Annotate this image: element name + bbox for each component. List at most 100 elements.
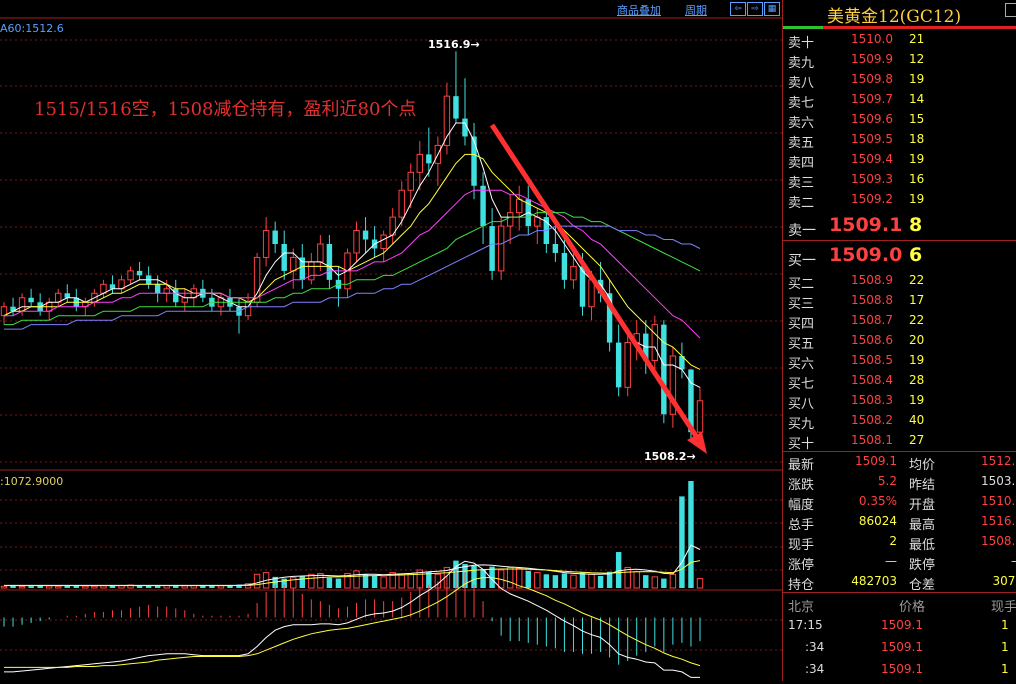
volume-bar-76 <box>688 481 694 588</box>
stat-value: 482703 <box>851 574 897 588</box>
candle-body-31 <box>281 244 287 271</box>
volume-bar-36 <box>326 577 333 588</box>
stat-label: 涨停 <box>788 558 815 573</box>
stat-label: 昨结 <box>909 478 936 493</box>
candle-body-36 <box>326 244 333 280</box>
instrument-header: 美黄金12(GC12) <box>783 0 1016 27</box>
bid-row[interactable]: 买十 1508.1 27 <box>783 433 1016 453</box>
stat-label: 持仓 <box>788 578 815 593</box>
bid-level-label: 买三 <box>788 297 815 312</box>
candle-body-73 <box>661 324 667 415</box>
bid-row[interactable]: 买三 1508.8 17 <box>783 293 1016 313</box>
candle-body-30 <box>272 230 278 244</box>
stat-value: — <box>885 554 897 568</box>
stat-value: 1503.9 <box>981 474 1016 488</box>
stat-label: 最低 <box>909 538 936 553</box>
bid-row[interactable]: 买七 1508.4 28 <box>783 373 1016 393</box>
candle-body-68 <box>615 342 622 388</box>
ask-qty: 16 <box>909 172 925 186</box>
candle-body-7 <box>64 293 70 298</box>
bid-price: 1509.0 <box>829 244 903 266</box>
stat-label: 现手 <box>788 538 815 553</box>
kline-chart[interactable]: A60:1512.6 :1072.9000 1515/1516空，1508减仓持… <box>0 0 782 681</box>
volume-bar-28 <box>253 573 261 589</box>
ask-row[interactable]: 卖八 1509.8 19 <box>783 72 1016 92</box>
volume-bar-60 <box>543 574 550 588</box>
stat-row: 涨跌 5.2 昨结 1503.9 <box>783 474 1016 494</box>
ask-qty: 12 <box>909 52 925 66</box>
high-price-label: 1516.9→ <box>428 38 480 51</box>
close-icon[interactable] <box>1005 3 1016 17</box>
volume-bar-65 <box>588 573 595 589</box>
ask-level-label: 卖五 <box>788 136 815 151</box>
bid-row[interactable]: 买八 1508.3 19 <box>783 393 1016 413</box>
ask-row[interactable]: 卖四 1509.4 19 <box>783 152 1016 172</box>
scroll-right-icon[interactable]: ⇨ <box>747 2 763 16</box>
candle-body-69 <box>624 342 631 388</box>
stat-label: 涨跌 <box>788 478 815 493</box>
bid-row[interactable]: 买一 1509.0 6 <box>783 244 1016 269</box>
stat-value: 3079 <box>992 574 1016 588</box>
candle-body-35 <box>317 243 324 263</box>
period-button[interactable]: 周期 <box>685 2 707 18</box>
volume-bar-72 <box>651 576 659 589</box>
bid-row[interactable]: 买四 1508.7 22 <box>783 313 1016 333</box>
ask-row[interactable]: 卖三 1509.3 16 <box>783 172 1016 192</box>
candle-body-77 <box>696 400 704 433</box>
ask-row[interactable]: 卖五 1509.5 18 <box>783 132 1016 152</box>
tick-price: 1509.1 <box>881 618 923 632</box>
volume-bar-37 <box>335 578 342 588</box>
ma-label: A60:1512.6 <box>0 22 64 35</box>
ticks-divider <box>783 592 1016 593</box>
bid-row[interactable]: 买六 1508.5 19 <box>783 353 1016 373</box>
ask-row[interactable]: 卖六 1509.6 15 <box>783 112 1016 132</box>
volume-bar-6 <box>55 585 62 589</box>
bid-qty: 19 <box>909 353 925 367</box>
candle-body-42 <box>380 234 387 249</box>
ask-level-label: 卖一 <box>788 223 816 239</box>
candle-body-3 <box>28 297 34 303</box>
ma-line-1 <box>3 122 701 388</box>
tick-qty: 1 <box>1001 640 1009 654</box>
candle-body-34 <box>308 261 315 281</box>
ma-line-2 <box>3 153 701 370</box>
ask-row[interactable]: 卖九 1509.9 12 <box>783 52 1016 72</box>
volume-bar-42 <box>380 576 387 589</box>
volume-bar-69 <box>624 566 631 589</box>
bid-price: 1508.6 <box>851 333 893 347</box>
candle-body-47 <box>426 154 432 164</box>
candle-body-46 <box>416 153 424 173</box>
ask-row[interactable]: 卖十 1510.0 21 <box>783 32 1016 52</box>
ask-row[interactable]: 卖七 1509.7 14 <box>783 92 1016 112</box>
overlay-button[interactable]: 商品叠加 <box>617 2 661 18</box>
bid-row[interactable]: 买五 1508.6 20 <box>783 333 1016 353</box>
ticks-header-qty: 现手 <box>991 600 1016 615</box>
volume-bar-62 <box>561 573 568 588</box>
bid-price: 1508.3 <box>851 393 893 407</box>
bid-level-label: 买四 <box>788 317 815 332</box>
volume-bar-63 <box>570 574 577 589</box>
bid-row[interactable]: 买二 1508.9 22 <box>783 273 1016 293</box>
stat-label: 仓差 <box>909 578 936 593</box>
bid-price: 1508.4 <box>851 373 893 387</box>
stats-divider <box>783 451 1016 452</box>
volume-bar-70 <box>633 571 640 589</box>
bid-qty: 40 <box>909 413 925 427</box>
ask-row[interactable]: 卖一 1509.1 8 <box>783 214 1016 239</box>
ask-price: 1509.2 <box>851 192 893 206</box>
ask-row[interactable]: 卖二 1509.2 19 <box>783 192 1016 212</box>
ask-price: 1509.7 <box>851 92 893 106</box>
candle-body-12 <box>109 284 116 289</box>
ticks-header-time: 北京 <box>788 600 815 615</box>
ask-level-label: 卖二 <box>788 196 815 211</box>
volume-bar-58 <box>525 570 531 588</box>
volume-bar-39 <box>353 570 360 589</box>
scroll-left-icon[interactable]: ⇦ <box>730 2 746 16</box>
volume-bar-9 <box>82 585 89 589</box>
candle-body-55 <box>497 225 505 272</box>
candle-body-18 <box>163 288 170 294</box>
stat-row: 持仓 482703 仓差 3079 <box>783 574 1016 594</box>
fullscreen-icon[interactable]: ▦ <box>764 2 780 16</box>
bid-row[interactable]: 买九 1508.2 40 <box>783 413 1016 433</box>
bid-price: 1508.7 <box>851 313 893 327</box>
